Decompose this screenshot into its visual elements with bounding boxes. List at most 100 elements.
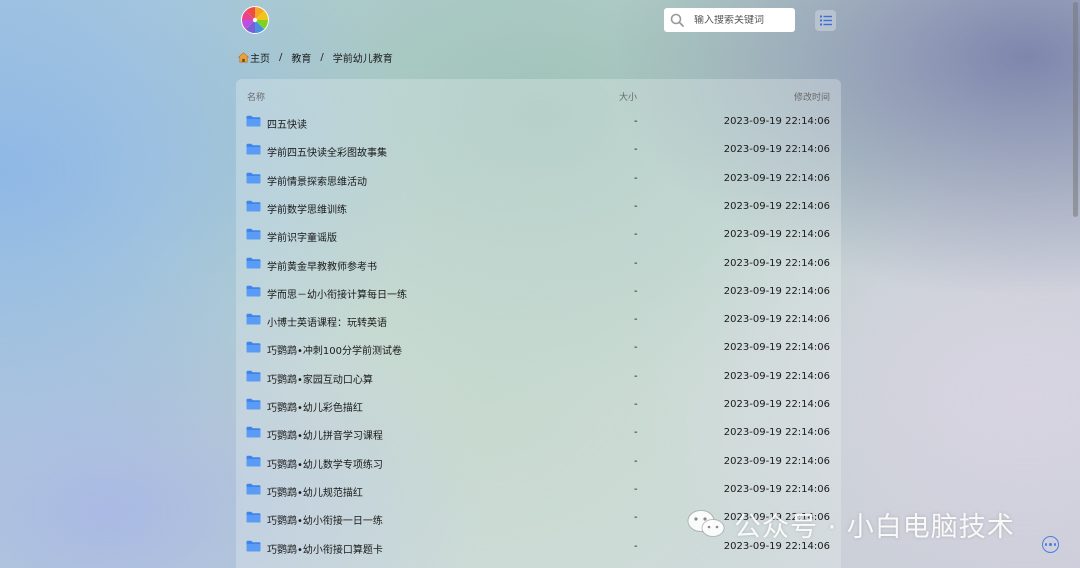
table-row[interactable]: 小博士英语课程：玩转英语 - 2023-09-19 22:14:06: [236, 306, 841, 334]
breadcrumb-item-education[interactable]: 教育: [291, 50, 311, 65]
column-header-size[interactable]: 大小: [619, 90, 637, 103]
table-row[interactable]: 学前数学思维训练 - 2023-09-19 22:14:06: [236, 193, 841, 221]
file-size: -: [634, 540, 638, 552]
table-row[interactable]: 学前识字童谣版 - 2023-09-19 22:14:06: [236, 221, 841, 249]
folder-name-link[interactable]: 巧鹦鹉•幼小衔接一日一练: [267, 512, 383, 527]
modified-time: 2023-09-19 22:14:06: [723, 427, 830, 439]
file-size: -: [634, 427, 638, 439]
folder-icon: [246, 200, 261, 215]
file-size: -: [634, 399, 638, 410]
search-box[interactable]: [664, 8, 795, 32]
folder-icon: [246, 540, 261, 555]
file-list-panel: 名称 大小 修改时间 四五快读 -2023-09-19 22:14:06 学前四五快…: [236, 79, 841, 568]
search-input[interactable]: [694, 14, 790, 26]
folder-name-link[interactable]: 巧鹦鹉•幼儿数学专项练习: [267, 456, 383, 471]
table-row[interactable]: 学前情景探索思维活动 - 2023-09-19 22:14:06: [236, 165, 841, 193]
file-size: -: [634, 200, 638, 212]
folder-icon: [246, 143, 261, 158]
folder-name-link[interactable]: 巧鹦鹉•家园互动口心算: [267, 371, 373, 386]
table-row[interactable]: 学前黄金早教教师参考书 - 2023-09-19 22:14:06: [236, 250, 841, 278]
list-view-button[interactable]: [815, 10, 836, 31]
modified-time: 2023-09-19 22:14:06: [723, 455, 830, 467]
folder-name-link[interactable]: 学前四五快读全彩图故事集: [267, 144, 387, 159]
table-header: 名称 大小 修改时间: [236, 79, 841, 111]
more-icon: [1044, 543, 1048, 546]
file-size: -: [634, 342, 638, 354]
file-size: -: [634, 144, 638, 156]
folder-name-link[interactable]: 四五快读: [267, 116, 307, 131]
breadcrumb-separator: /: [279, 52, 283, 63]
modified-time: 2023-09-19 22:14:06: [723, 172, 830, 184]
list-view-icon: [819, 15, 832, 26]
folder-icon: [246, 483, 261, 498]
folder-icon: [246, 370, 261, 385]
file-size: -: [634, 512, 638, 524]
watermark: 公众号 · 小白电脑技术: [686, 504, 1015, 544]
table-row[interactable]: 巧鹦鹉•幼儿数学专项练习 - 2023-09-19 22:14:06: [236, 448, 841, 476]
modified-time: 2023-09-19 22:14:06: [723, 483, 830, 495]
file-size: -: [634, 116, 638, 127]
scrollbar-thumb[interactable]: [1073, 2, 1078, 217]
modified-time: 2023-09-19 22:14:06: [723, 257, 830, 269]
file-size: -: [634, 314, 638, 326]
folder-name-link[interactable]: 学前情景探索思维活动: [267, 173, 367, 188]
modified-time: 2023-09-19 22:14:06: [723, 285, 830, 297]
file-size: -: [634, 257, 638, 269]
modified-time: 2023-09-19 22:14:06: [723, 314, 830, 326]
table-row[interactable]: 巧鹦鹉•幼儿拼音学习课程 - 2023-09-19 22:14:06: [236, 419, 841, 447]
folder-name-link[interactable]: 巧鹦鹉•幼儿彩色描红: [267, 399, 363, 414]
folder-name-link[interactable]: 学前识字童谣版: [267, 229, 337, 244]
file-size: -: [634, 172, 638, 184]
folder-icon: [246, 398, 261, 413]
table-row[interactable]: 学而思－幼小衔接计算每日一练 - 2023-09-19 22:14:06: [236, 278, 841, 306]
table-row[interactable]: 巧鹦鹉•幼儿彩色描红 - 2023-09-19 22:14:06: [236, 391, 841, 419]
modified-time: 2023-09-19 22:14:06: [723, 342, 830, 354]
search-icon: [670, 13, 684, 27]
folder-icon: [246, 228, 261, 243]
modified-time: 2023-09-19 22:14:06: [723, 116, 830, 127]
folder-name-link[interactable]: 巧鹦鹉•幼小衔接口算题卡: [267, 541, 383, 556]
folder-name-link[interactable]: 学前黄金早教教师参考书: [267, 258, 377, 273]
modified-time: 2023-09-19 22:14:06: [723, 144, 830, 156]
file-size: -: [634, 370, 638, 382]
color-wheel-logo[interactable]: [241, 6, 269, 34]
modified-time: 2023-09-19 22:14:06: [723, 399, 830, 410]
folder-icon: [246, 172, 261, 187]
breadcrumb-separator: /: [320, 52, 324, 63]
modified-time: 2023-09-19 22:14:06: [723, 229, 830, 241]
modified-time: 2023-09-19 22:14:06: [723, 200, 830, 212]
folder-icon: [246, 426, 261, 441]
column-header-name[interactable]: 名称: [247, 90, 265, 103]
breadcrumb-item-home-label: 主页: [250, 54, 270, 65]
table-row[interactable]: 巧鹦鹉•幼儿规范描红 - 2023-09-19 22:14:06: [236, 476, 841, 504]
file-size: -: [634, 229, 638, 241]
breadcrumb: 主页 / 教育 / 学前幼儿教育: [238, 50, 393, 65]
breadcrumb-item-preschool: 学前幼儿教育: [332, 54, 393, 65]
folder-icon: [246, 341, 261, 356]
folder-icon: [246, 115, 261, 130]
watermark-text: 公众号 · 小白电脑技术: [734, 511, 1015, 543]
home-icon: [238, 52, 249, 63]
wechat-icon: [687, 510, 725, 537]
folder-name-link[interactable]: 学而思－幼小衔接计算每日一练: [267, 286, 407, 301]
folder-name-link[interactable]: 学前数学思维训练: [267, 201, 347, 216]
folder-name-link[interactable]: 巧鹦鹉•幼儿规范描红: [267, 484, 363, 499]
folder-icon: [246, 285, 261, 300]
file-size: -: [634, 285, 638, 297]
column-header-modified[interactable]: 修改时间: [794, 90, 830, 103]
more-button[interactable]: [1042, 536, 1059, 553]
file-size: -: [634, 455, 638, 467]
folder-icon: [246, 313, 261, 328]
table-row[interactable]: 巧鹦鹉•家园互动口心算 - 2023-09-19 22:14:06: [236, 363, 841, 391]
table-row[interactable]: 学前四五快读全彩图故事集 - 2023-09-19 22:14:06: [236, 136, 841, 164]
file-size: -: [634, 483, 638, 495]
breadcrumb-home[interactable]: 主页: [238, 50, 270, 65]
table-row[interactable]: 巧鹦鹉•冲刺100分学前测试卷 - 2023-09-19 22:14:06: [236, 334, 841, 362]
folder-icon: [246, 511, 261, 526]
modified-time: 2023-09-19 22:14:06: [723, 370, 830, 382]
table-row[interactable]: 四五快读 - 2023-09-19 22:14:06: [236, 108, 841, 136]
folder-icon: [246, 257, 261, 272]
folder-name-link[interactable]: 巧鹦鹉•幼儿拼音学习课程: [267, 427, 383, 442]
folder-name-link[interactable]: 小博士英语课程：玩转英语: [267, 314, 387, 329]
folder-name-link[interactable]: 巧鹦鹉•冲刺100分学前测试卷: [267, 342, 402, 357]
